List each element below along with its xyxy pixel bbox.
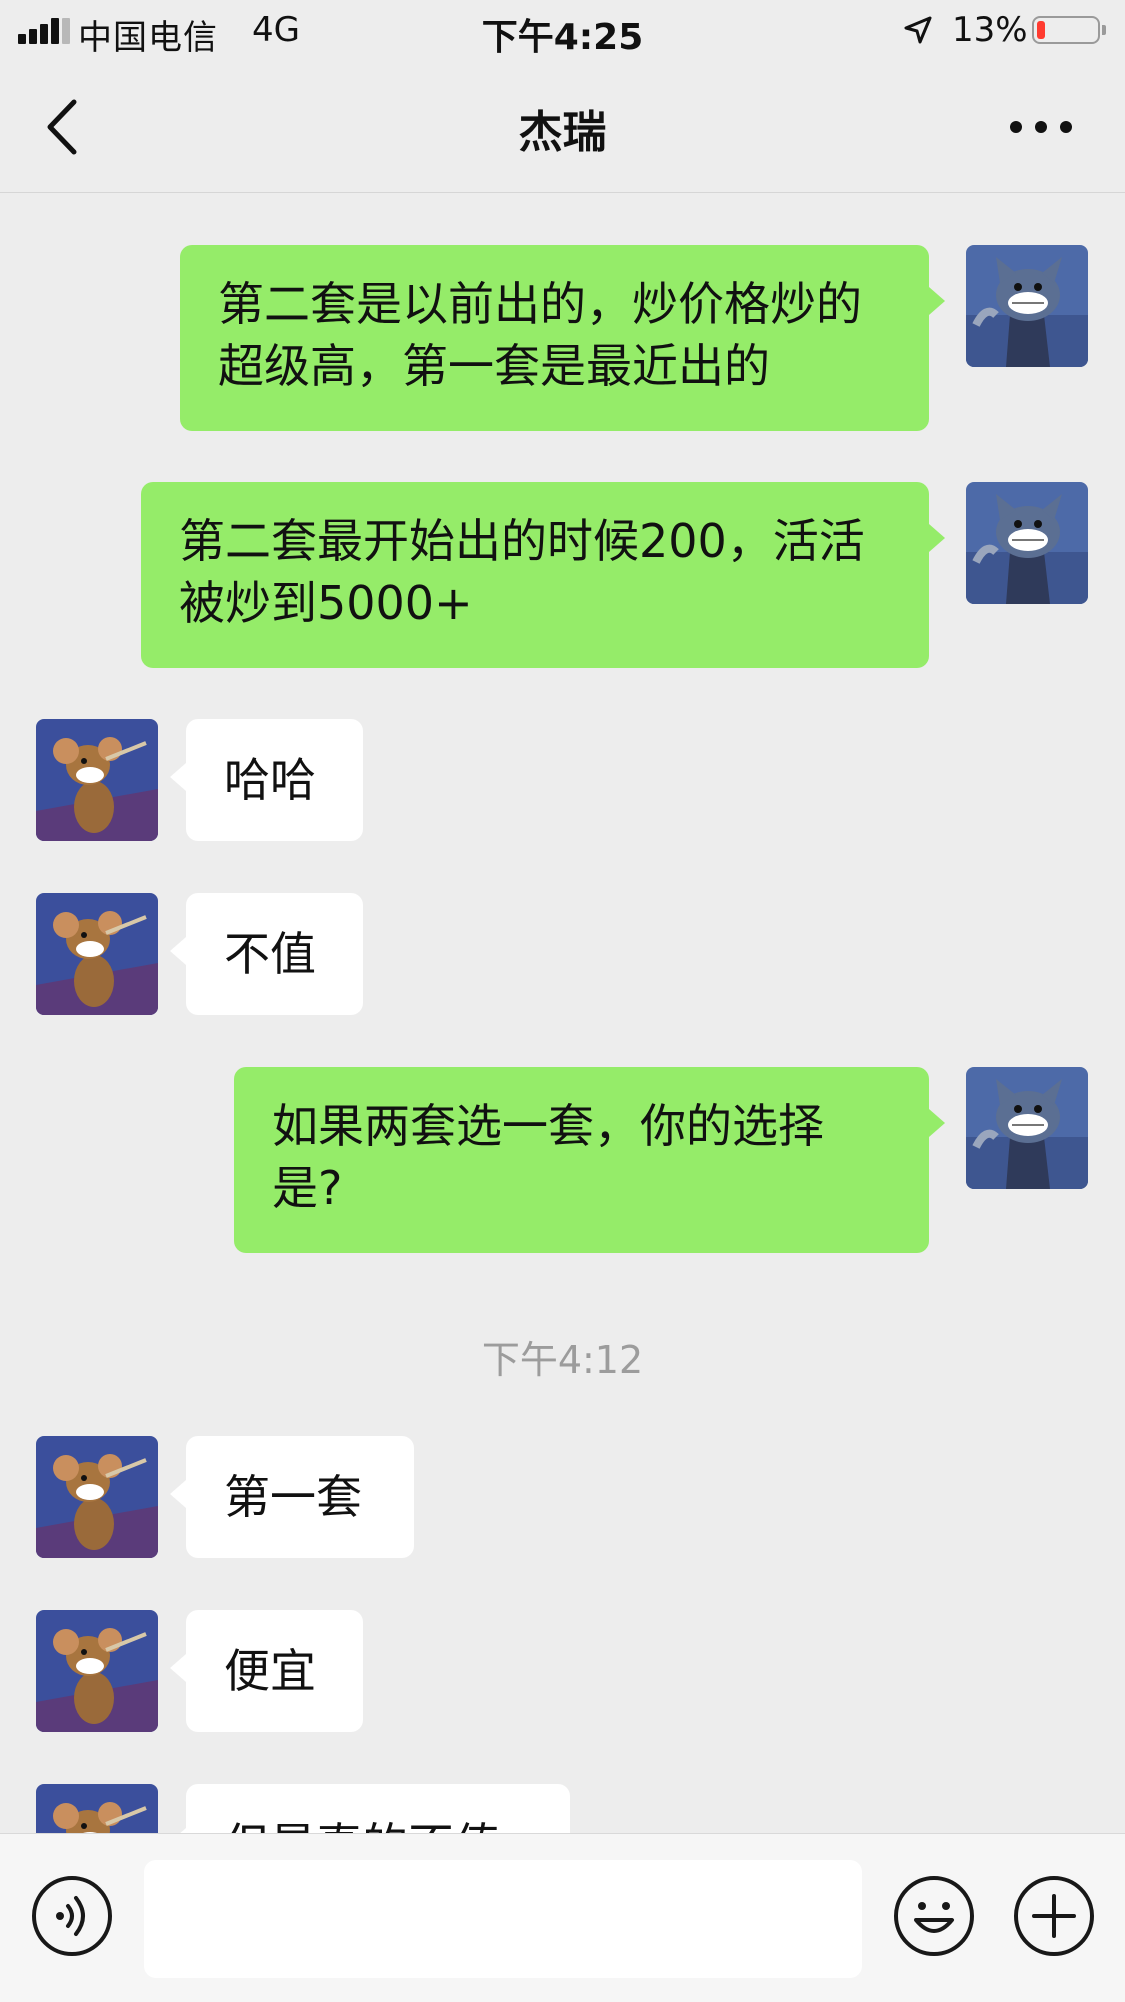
message-bubble-outgoing[interactable]: 第二套最开始出的时候200，活活被炒到5000+ bbox=[141, 482, 945, 668]
message-timestamp: 下午4:12 bbox=[481, 1338, 644, 1382]
avatar-jerry[interactable] bbox=[36, 1436, 158, 1558]
battery-cap bbox=[1102, 25, 1106, 35]
battery-percent: 13% bbox=[952, 10, 1028, 50]
avatar-jerry[interactable] bbox=[36, 893, 158, 1015]
tom-cat-avatar-icon bbox=[966, 1067, 1088, 1189]
jerry-mouse-avatar-icon bbox=[36, 1610, 158, 1732]
message-text: 哈哈 bbox=[224, 753, 316, 807]
location-arrow-icon bbox=[904, 16, 932, 44]
message-bubble-incoming[interactable]: 但是真的不值 bbox=[170, 1784, 570, 1833]
message-text: 但是真的不值 bbox=[224, 1818, 500, 1833]
message-text: 不值 bbox=[224, 927, 316, 981]
message-bubble-incoming[interactable]: 便宜 bbox=[170, 1610, 363, 1732]
more-dots-icon[interactable] bbox=[1004, 102, 1078, 152]
message-bubble-incoming[interactable]: 不值 bbox=[170, 893, 363, 1015]
message-bubble-outgoing[interactable]: 第二套是以前出的，炒价格炒的超级高，第一套是最近出的 bbox=[180, 245, 945, 431]
message-text: 便宜 bbox=[224, 1644, 316, 1698]
message-text: 第二套最开始出的时候200，活活被炒到5000+ bbox=[179, 514, 865, 630]
nav-bar: 杰瑞 bbox=[0, 62, 1125, 193]
message-text: 如果两套选一套，你的选择是? bbox=[272, 1099, 824, 1215]
avatar-jerry[interactable] bbox=[36, 1610, 158, 1732]
status-bar: 中国电信 4G 下午4:25 13% bbox=[0, 0, 1125, 62]
message-input[interactable] bbox=[144, 1860, 862, 1978]
jerry-mouse-avatar-icon bbox=[36, 1436, 158, 1558]
tom-cat-avatar-icon bbox=[966, 482, 1088, 604]
avatar-jerry[interactable] bbox=[36, 719, 158, 841]
battery-icon bbox=[1032, 16, 1100, 44]
avatar-tom[interactable] bbox=[966, 1067, 1088, 1189]
avatar-tom[interactable] bbox=[966, 245, 1088, 367]
jerry-mouse-avatar-icon bbox=[36, 719, 158, 841]
avatar-jerry[interactable] bbox=[36, 1784, 158, 1833]
message-bubble-incoming[interactable]: 哈哈 bbox=[170, 719, 363, 841]
chat-title: 杰瑞 bbox=[518, 107, 607, 158]
chat-input-bar bbox=[0, 1833, 1125, 2002]
jerry-mouse-avatar-icon bbox=[36, 1784, 158, 1833]
plus-icon[interactable] bbox=[1012, 1874, 1096, 1958]
message-text: 第二套是以前出的，炒价格炒的超级高，第一套是最近出的 bbox=[218, 277, 862, 393]
message-text: 第一套 bbox=[224, 1470, 362, 1524]
battery-level-fill bbox=[1037, 21, 1045, 39]
jerry-mouse-avatar-icon bbox=[36, 893, 158, 1015]
message-bubble-incoming[interactable]: 第一套 bbox=[170, 1436, 414, 1558]
tom-cat-avatar-icon bbox=[966, 245, 1088, 367]
avatar-tom[interactable] bbox=[966, 482, 1088, 604]
chat-message-list[interactable]: 第二套是以前出的，炒价格炒的超级高，第一套是最近出的 第二套最开始出的时候200… bbox=[0, 193, 1125, 1833]
message-bubble-outgoing[interactable]: 如果两套选一套，你的选择是? bbox=[234, 1067, 945, 1253]
voice-icon[interactable] bbox=[30, 1874, 114, 1958]
emoji-icon[interactable] bbox=[892, 1874, 976, 1958]
